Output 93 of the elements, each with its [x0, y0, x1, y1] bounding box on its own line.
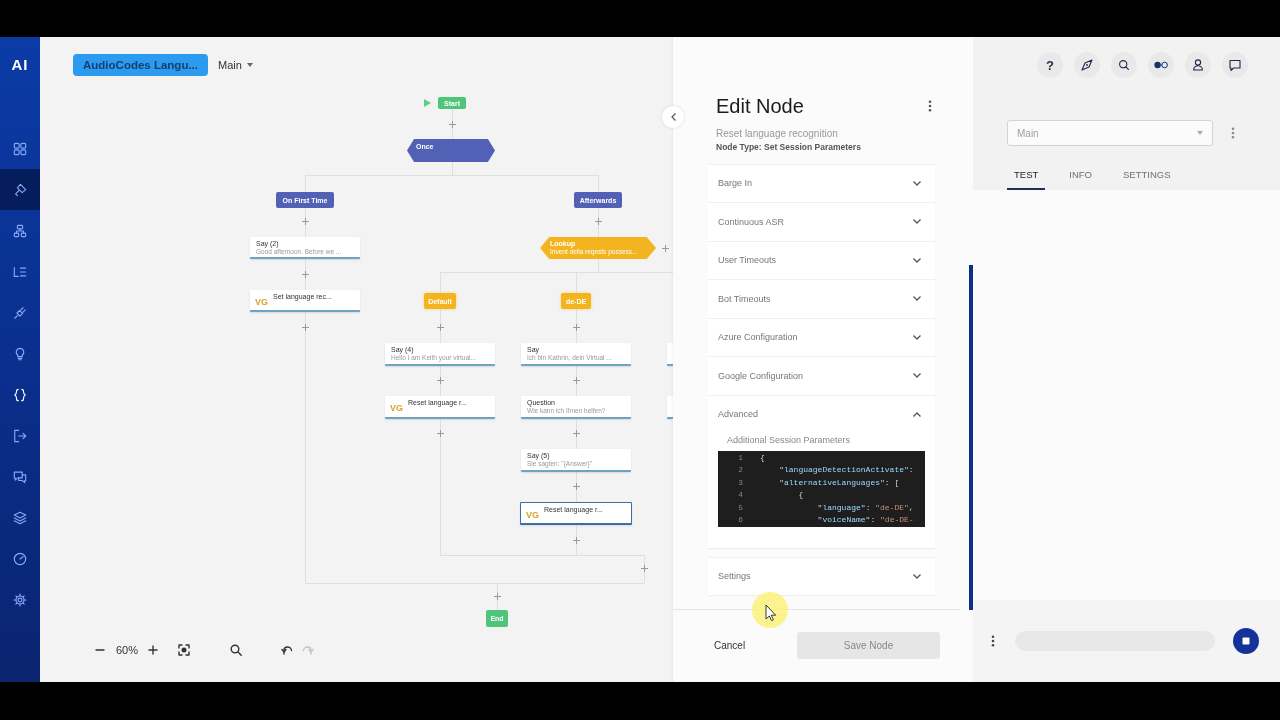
session-node[interactable] [667, 396, 673, 419]
add-icon[interactable] [436, 429, 444, 437]
add-icon[interactable] [301, 323, 309, 331]
exit-icon [13, 428, 27, 443]
zoom-level: 60% [116, 644, 139, 656]
undo-icon[interactable] [281, 645, 294, 655]
accordion-header[interactable]: Continuous ASR [708, 203, 935, 241]
code-line: "language": "de-DE", [817, 501, 914, 514]
chat-icon[interactable] [1222, 52, 1248, 78]
field-label: Additional Session Parameters [726, 435, 851, 446]
tab[interactable]: INFO [1062, 161, 1099, 190]
chat-icon [13, 469, 27, 484]
code-editor[interactable]: 1 { 2 "languageDetectionActivate": 3 "alternativeLanguages": [ 4 { 5 "language": "de-DE", 6 "voiceName": "de-DE- [718, 450, 925, 527]
help-button[interactable]: ? [1037, 52, 1063, 78]
line-number: 6 [738, 515, 743, 524]
add-icon[interactable] [572, 376, 580, 384]
chevron-left-icon [670, 113, 676, 121]
bot-selector[interactable]: Main [1007, 120, 1213, 146]
panel-title: Edit Node [716, 94, 804, 118]
accordion-header[interactable]: Google Configuration [708, 357, 935, 395]
line-number: 4 [738, 490, 743, 499]
add-icon[interactable] [436, 323, 444, 331]
scrollbar-thumb[interactable] [969, 265, 973, 610]
logo[interactable]: AI [11, 57, 29, 73]
stop-icon[interactable] [1233, 628, 1259, 654]
chevron-down-icon [913, 334, 921, 340]
gauge-icon [13, 551, 27, 566]
user-icon[interactable] [1185, 52, 1211, 78]
search-icon[interactable] [1111, 52, 1137, 78]
chevron-down-icon [913, 573, 921, 579]
add-icon[interactable] [493, 592, 501, 600]
lightbulb-icon [13, 346, 27, 361]
line-number: 5 [738, 502, 743, 512]
sidebar-item[interactable] [0, 169, 40, 210]
add-icon[interactable] [572, 429, 580, 437]
more-icon[interactable] [928, 100, 932, 112]
code-line: "languageDetectionActivate": [779, 464, 914, 476]
hierarchy-icon [13, 223, 27, 238]
add-icon[interactable] [301, 270, 309, 278]
line-number: 3 [738, 477, 743, 487]
add-icon[interactable] [661, 244, 669, 252]
zoom-in-icon[interactable] [148, 645, 159, 655]
add-icon[interactable] [436, 376, 444, 384]
list-icon [13, 264, 27, 279]
more-icon[interactable] [991, 635, 995, 647]
chevron-down-icon [913, 296, 921, 302]
compass-icon[interactable] [1074, 52, 1100, 78]
add-icon[interactable] [448, 120, 456, 128]
say-node[interactable] [667, 343, 673, 366]
cancel-button[interactable]: Cancel [714, 632, 746, 659]
chevron-down-icon [913, 180, 921, 186]
add-icon[interactable] [594, 217, 602, 225]
add-icon[interactable] [572, 536, 580, 544]
layers-icon [13, 510, 27, 525]
chevron-down-icon [913, 373, 921, 379]
add-icon[interactable] [572, 323, 580, 331]
code-line: { [798, 489, 804, 501]
braces-icon [13, 387, 27, 402]
flow-dropdown[interactable]: Main [218, 59, 253, 71]
chevron-down-icon [913, 219, 921, 225]
project-button[interactable]: AudioCodes Langu... [73, 54, 208, 76]
line-number: 1 [738, 452, 743, 462]
node-logo: VG [526, 511, 539, 520]
add-icon[interactable] [640, 564, 648, 572]
code-line: { [760, 451, 765, 464]
grid-icon [13, 141, 27, 156]
code-line: "alternativeLanguages": [ [779, 476, 900, 489]
accordion-header[interactable]: Bot Timeouts [708, 280, 935, 318]
tab[interactable]: SETTINGS [1116, 161, 1178, 190]
collapse-button[interactable] [662, 106, 684, 128]
search-icon[interactable] [230, 644, 243, 656]
add-icon[interactable] [572, 482, 580, 490]
add-icon[interactable] [301, 217, 309, 225]
settings-icon [13, 592, 27, 607]
node-type: Node Type: Set Session Parameters [716, 142, 861, 153]
accordion-header[interactable]: User Timeouts [708, 241, 935, 279]
node-logo: VG [255, 298, 268, 307]
plug-icon [13, 305, 27, 320]
node-name: Reset language recognition [716, 128, 838, 140]
chevron-up-icon [913, 411, 921, 417]
accordion-header[interactable]: Azure Configuration [708, 318, 935, 356]
accordion-header[interactable]: Barge In [708, 164, 935, 202]
fit-screen-icon[interactable] [178, 644, 191, 656]
brush-icon [13, 182, 27, 197]
caret-icon [246, 63, 253, 67]
play-icon [424, 99, 431, 107]
accordion-header[interactable]: Advanced [708, 395, 935, 433]
caret-icon [1197, 131, 1203, 135]
node-logo: VG [390, 404, 403, 413]
chevron-down-icon [913, 257, 921, 263]
toggle-icon[interactable] [1148, 52, 1174, 78]
line-number: 2 [738, 465, 743, 474]
code-line: "voiceName": "de-DE- [817, 514, 914, 526]
